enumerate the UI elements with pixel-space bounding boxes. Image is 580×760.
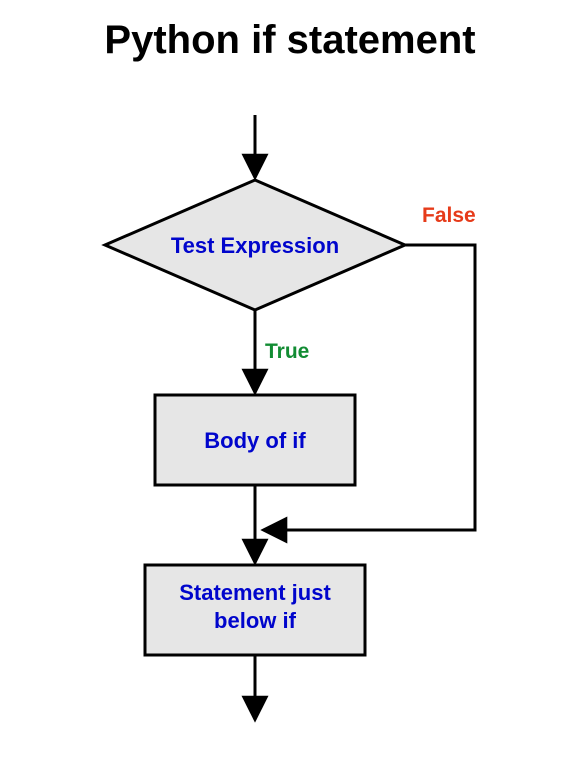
flowchart: Test Expression True Body of if False St… [0,0,580,760]
after-label-2: below if [214,608,297,633]
branch-true-label: True [265,340,309,363]
branch-false-label: False [422,204,476,227]
after-label-1: Statement just [179,580,331,605]
decision-label: Test Expression [171,233,339,258]
body-label: Body of if [204,428,306,453]
